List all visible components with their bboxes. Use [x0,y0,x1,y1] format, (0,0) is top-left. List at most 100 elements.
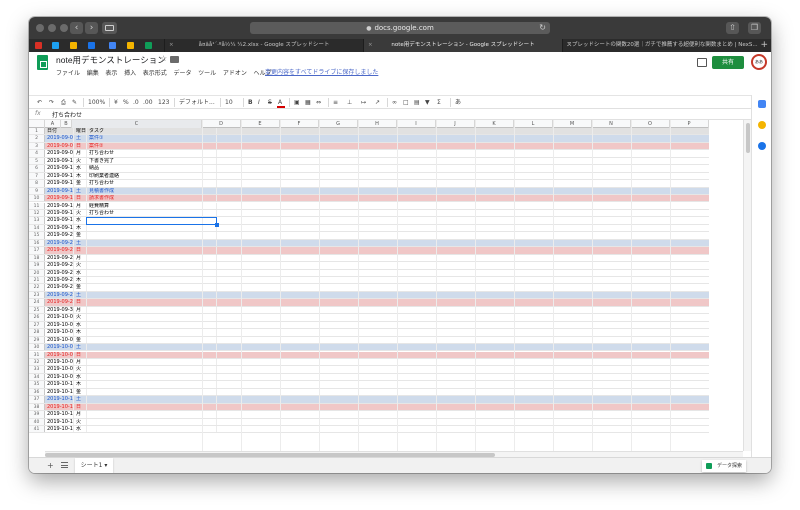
browser-tab-1[interactable]: × å¤â­å¹´·ºå½¼ ¼2.xlsx - Google スプレッドシート [164,39,363,52]
cell-date[interactable]: 2019-10-02 [45,321,74,329]
close-tab-icon[interactable]: × [368,39,373,52]
comment-icon[interactable] [697,58,707,67]
cell-task[interactable] [87,299,217,306]
row-number[interactable]: 32 [29,358,45,366]
row-number[interactable]: 10 [29,195,45,202]
vertical-scroll-thumb[interactable] [746,123,750,153]
cell-task[interactable]: 経費精算 [87,202,217,209]
cell-weekday[interactable]: 金 [74,284,87,291]
cell-date[interactable]: 2019-09-26 [45,277,74,284]
cell-task[interactable] [87,247,217,254]
favorite-6-icon[interactable] [127,42,134,49]
cell-task[interactable]: 請求書作成 [87,195,217,202]
number-format-select[interactable]: 123 [158,97,169,108]
cell-weekday[interactable]: 月 [74,358,87,366]
undo-icon[interactable]: ↶ [37,97,42,108]
row-number[interactable]: 16 [29,239,45,247]
menu-edit[interactable]: 編集 [87,71,99,77]
cell-task[interactable]: 打ち合わせ [87,180,217,187]
cell-weekday[interactable]: 金 [74,232,87,239]
all-sheets-icon[interactable] [61,462,68,468]
cell-weekday[interactable]: 火 [74,366,87,373]
cell-weekday[interactable]: 金 [74,336,87,344]
tasks-icon[interactable] [758,142,766,150]
favorite-sheets-icon[interactable] [145,42,152,49]
row-number[interactable]: 33 [29,366,45,373]
cell-date[interactable]: 2019-09-20 [45,232,74,239]
row-number[interactable]: 20 [29,269,45,276]
cell-task[interactable] [87,411,217,418]
cell-date[interactable]: 2019-09-08 [45,142,74,150]
cell-date[interactable]: 2019-09-18 [45,217,74,224]
row-number[interactable]: 41 [29,426,45,433]
cell-task[interactable] [87,373,217,381]
cell-weekday[interactable]: 日 [74,195,87,202]
row-number[interactable]: 37 [29,396,45,403]
row-number[interactable]: 11 [29,202,45,209]
cell-task[interactable] [87,426,217,433]
row-number[interactable]: 35 [29,381,45,388]
cell-weekday[interactable]: 土 [74,344,87,351]
sheet-tab[interactable]: シート1 ▾ [75,458,113,473]
cell-date[interactable]: 2019-10-14 [45,411,74,418]
column-header-j[interactable]: J [436,120,475,128]
row-number[interactable]: 36 [29,388,45,396]
merge-icon[interactable]: ⇔ [316,97,321,108]
row-number[interactable]: 5 [29,157,45,165]
favorite-5-icon[interactable] [109,42,116,49]
cell-date[interactable]: 2019-10-06 [45,351,74,358]
cell-date[interactable]: 2019-09-21 [45,239,74,247]
cell-task[interactable] [87,351,217,358]
cell-task[interactable] [87,291,217,299]
cell-weekday[interactable]: 火 [74,314,87,321]
row-number[interactable]: 18 [29,254,45,262]
cell-task[interactable] [87,284,217,291]
cell-task[interactable]: 納品 [87,165,217,172]
cell-task[interactable] [87,388,217,396]
back-button[interactable]: ‹ [70,22,83,34]
column-header-h[interactable]: H [358,120,397,128]
add-sheet-icon[interactable]: + [47,461,54,470]
calendar-icon[interactable] [758,100,766,108]
menu-view[interactable]: 表示 [105,71,117,77]
close-tab-icon[interactable]: × [567,39,572,52]
filter-icon[interactable]: ▼ [425,97,430,108]
strikethrough-button[interactable]: S [268,97,272,108]
cell-weekday[interactable]: 土 [74,396,87,403]
column-header-b[interactable]: B [61,120,72,128]
selected-cell[interactable] [86,216,219,228]
cell-date[interactable]: 2019-10-05 [45,344,74,351]
cell-date[interactable]: 2019-10-15 [45,418,74,425]
cell-task[interactable] [87,314,217,321]
row-number[interactable]: 8 [29,180,45,187]
cell-weekday[interactable]: 日 [74,403,87,411]
cell-weekday[interactable]: 土 [74,135,87,142]
cell-date[interactable]: 2019-09-12 [45,172,74,180]
row-number[interactable]: 38 [29,403,45,411]
column-header-l[interactable]: L [514,120,553,128]
cell-task[interactable] [87,358,217,366]
cell-date[interactable]: 2019-09-14 [45,187,74,195]
row-number[interactable]: 17 [29,247,45,254]
cell-weekday[interactable]: 火 [74,157,87,165]
cell-date[interactable]: 2019-09-17 [45,209,74,217]
row-number[interactable]: 24 [29,299,45,306]
browser-tab-2[interactable]: × note用デモンストレーション - Google スプレッドシート [363,39,562,52]
borders-icon[interactable]: ▦ [305,97,311,108]
address-bar[interactable]: ● docs.google.com ↻ [250,22,550,34]
header-cell-task[interactable]: タスク [87,128,217,135]
cell-task[interactable]: 打ち合わせ [87,209,217,217]
cell-task[interactable]: 印刷業者連絡 [87,172,217,180]
cell-date[interactable]: 2019-09-30 [45,306,74,314]
row-number[interactable]: 22 [29,284,45,291]
cell-weekday[interactable]: 水 [74,426,87,433]
cell-date[interactable]: 2019-10-10 [45,381,74,388]
row-number[interactable]: 12 [29,209,45,217]
font-select[interactable]: デフォルト... [179,97,217,108]
avatar[interactable]: ああ [751,54,767,70]
cell-date[interactable]: 2019-10-01 [45,314,74,321]
cell-task[interactable] [87,418,217,425]
functions-button[interactable]: Σ [437,97,441,108]
cell-date[interactable]: 2019-10-12 [45,396,74,403]
keep-icon[interactable] [758,121,766,129]
